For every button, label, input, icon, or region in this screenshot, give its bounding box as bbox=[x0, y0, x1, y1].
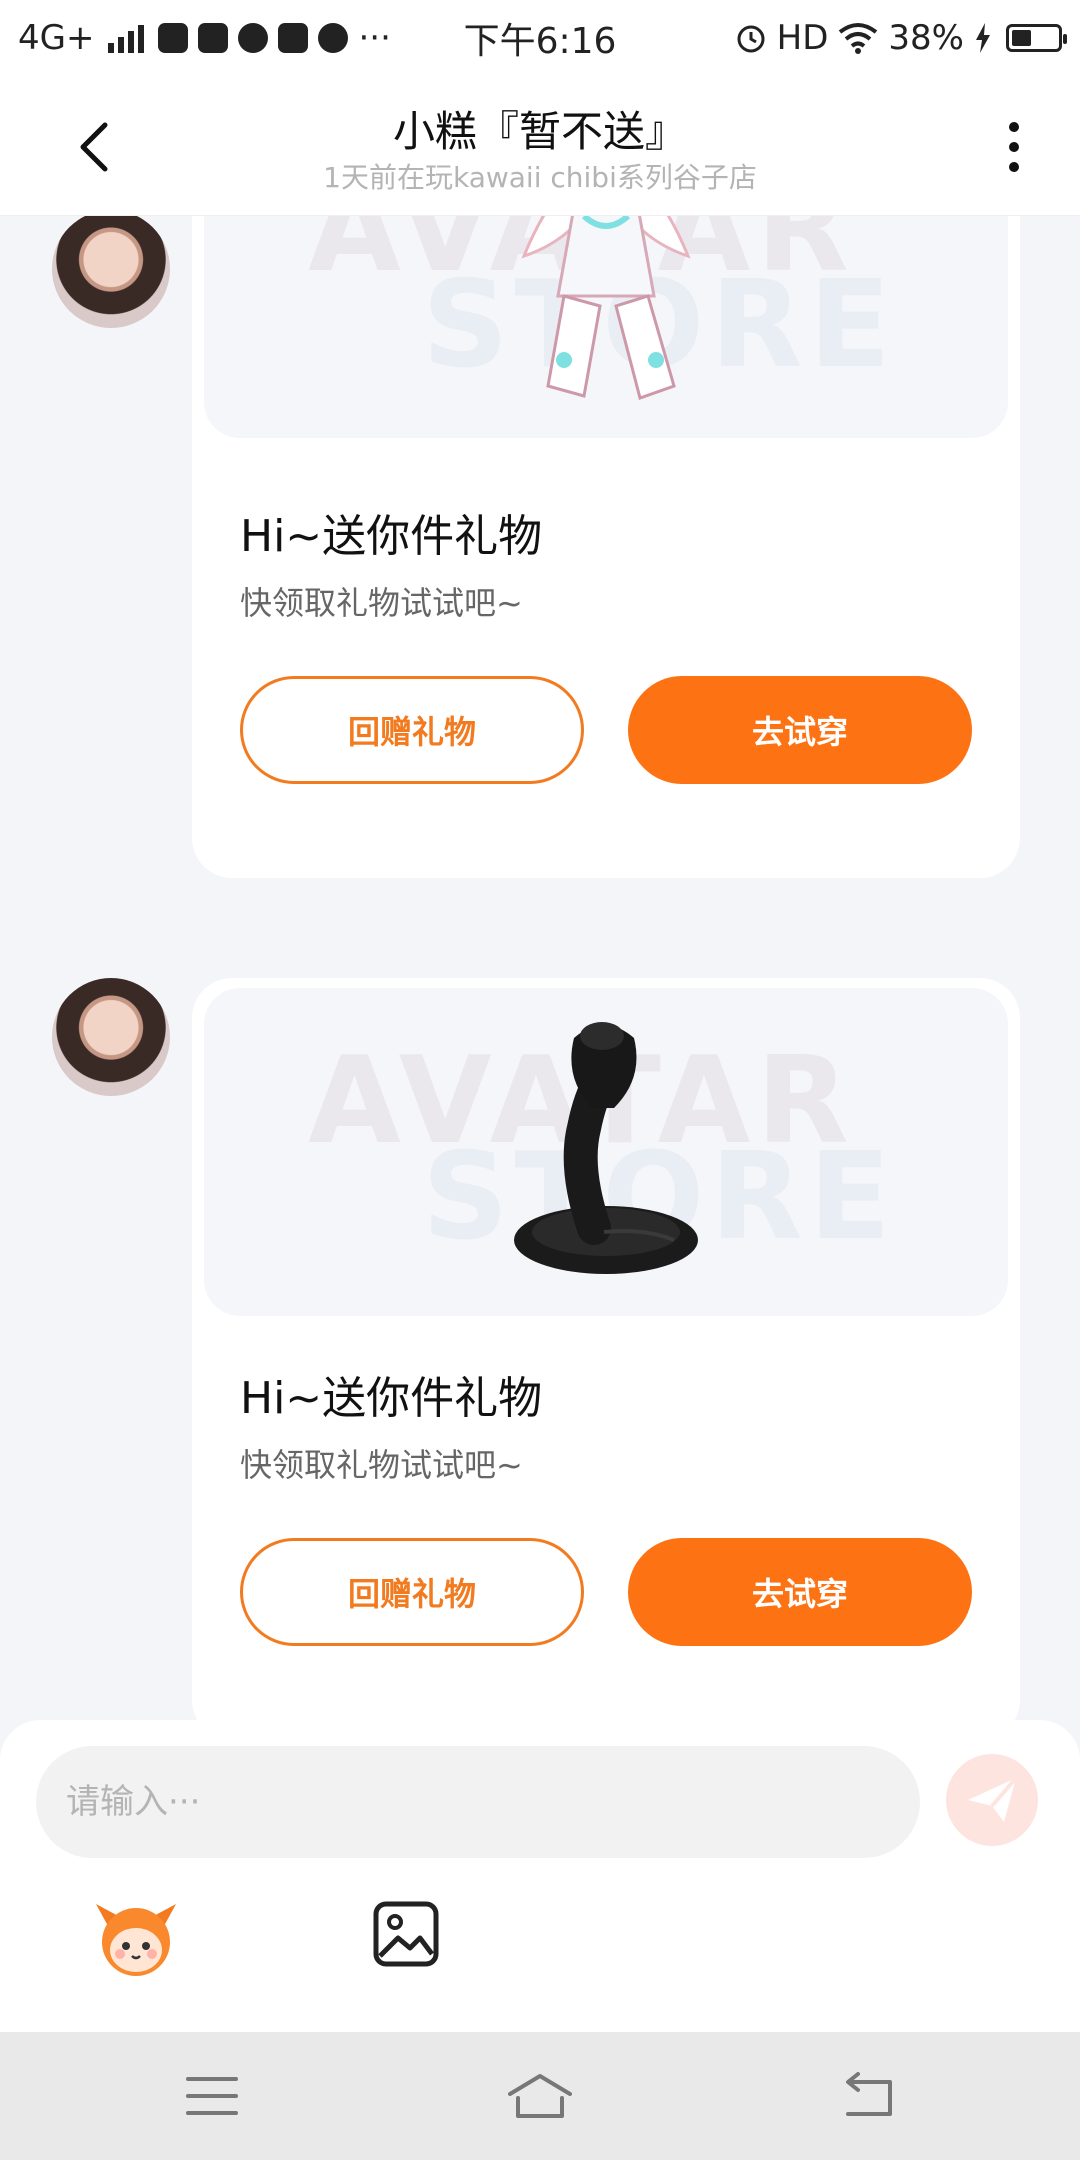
try-on-button[interactable]: 去试穿 bbox=[628, 676, 972, 784]
more-vertical-icon bbox=[1009, 122, 1019, 172]
return-gift-button[interactable]: 回赠礼物 bbox=[240, 1538, 584, 1646]
send-button[interactable] bbox=[946, 1754, 1038, 1846]
chat-header: 小糕『暂不送』 1天前在玩kawaii chibi系列谷子店 bbox=[0, 76, 1080, 216]
music-icon bbox=[198, 23, 229, 53]
battery-icon bbox=[1006, 24, 1067, 52]
planet-icon bbox=[318, 23, 349, 53]
back-arrow-icon bbox=[846, 2072, 892, 2116]
pinwheel-icon bbox=[278, 23, 309, 53]
send-icon bbox=[968, 1776, 1018, 1822]
gift-title: Hi~送你件礼物 bbox=[240, 1373, 543, 1424]
video-icon bbox=[238, 23, 269, 53]
recent-apps-button[interactable] bbox=[172, 2066, 252, 2126]
gift-subtitle: 快领取礼物试试吧~ bbox=[240, 1446, 523, 1484]
page-subtitle: 1天前在玩kawaii chibi系列谷子店 bbox=[323, 161, 757, 194]
return-gift-button[interactable]: 回赠礼物 bbox=[240, 676, 584, 784]
gift-card[interactable]: AVATAR STORE Hi~送你件礼物 快领取礼物试试吧~ 回赠礼物 去试穿 bbox=[192, 216, 1020, 878]
avatar[interactable] bbox=[52, 216, 170, 328]
image-picker-icon[interactable] bbox=[370, 1898, 442, 1970]
message-icon bbox=[158, 23, 189, 53]
battery-level bbox=[1012, 30, 1031, 46]
gift-preview[interactable]: AVATAR STORE bbox=[204, 988, 1008, 1316]
more-notifications: ··· bbox=[358, 18, 391, 58]
chat-area[interactable]: AVATAR STORE Hi~送你件礼物 快领取礼物试试吧~ 回赠礼物 去试穿 bbox=[0, 216, 1080, 1720]
gift-subtitle: 快领取礼物试试吧~ bbox=[240, 584, 523, 622]
status-left: 4G+ ··· bbox=[18, 18, 391, 58]
status-bar: 4G+ ··· 下午6:16 HD 38% bbox=[0, 0, 1080, 76]
signal-icon bbox=[108, 23, 145, 53]
battery-percent: 38% bbox=[888, 18, 964, 58]
message-input[interactable] bbox=[36, 1746, 920, 1858]
gift-preview[interactable]: AVATAR STORE bbox=[204, 216, 1008, 438]
doll-dress-icon bbox=[521, 216, 691, 400]
home-icon bbox=[508, 2074, 572, 2118]
home-button[interactable] bbox=[500, 2066, 580, 2126]
alarm-icon bbox=[737, 25, 765, 53]
menu-icon bbox=[186, 2077, 238, 2115]
mascot-emoji-icon[interactable] bbox=[88, 1898, 184, 1978]
wifi-icon bbox=[839, 23, 878, 54]
avatar[interactable] bbox=[52, 978, 170, 1096]
system-nav-bar bbox=[0, 2032, 1080, 2160]
back-nav-button[interactable] bbox=[828, 2066, 908, 2126]
network-type: 4G+ bbox=[18, 18, 95, 58]
input-bar bbox=[0, 1720, 1080, 2032]
charging-icon bbox=[976, 23, 990, 53]
hd-label: HD bbox=[776, 18, 829, 58]
gift-title: Hi~送你件礼物 bbox=[240, 511, 543, 562]
cobra-icon bbox=[514, 1022, 698, 1274]
page-title: 小糕『暂不送』 bbox=[392, 107, 687, 156]
try-on-button[interactable]: 去试穿 bbox=[628, 1538, 972, 1646]
status-right: HD 38% bbox=[735, 18, 1067, 58]
more-options-button[interactable] bbox=[994, 112, 1034, 182]
gift-card[interactable]: AVATAR STORE Hi~送你件礼物 快领取礼物试试吧~ 回赠礼物 去试穿 bbox=[192, 978, 1020, 1720]
